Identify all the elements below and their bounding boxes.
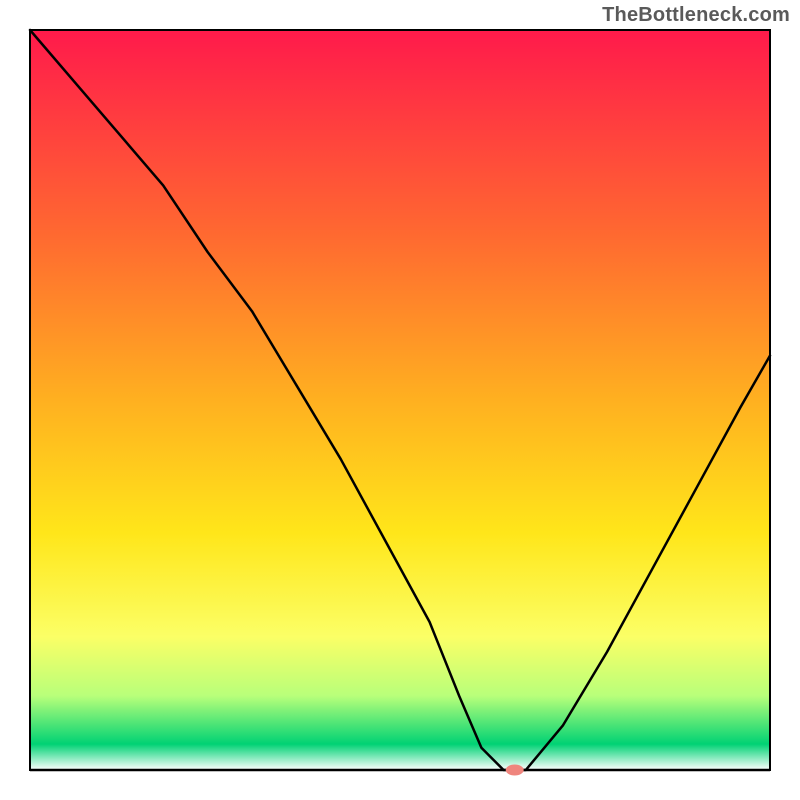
optimal-marker [506,765,524,776]
watermark-text: TheBottleneck.com [602,4,790,27]
plot-background [30,30,770,770]
bottleneck-chart: TheBottleneck.com [0,0,800,800]
chart-svg [0,0,800,800]
